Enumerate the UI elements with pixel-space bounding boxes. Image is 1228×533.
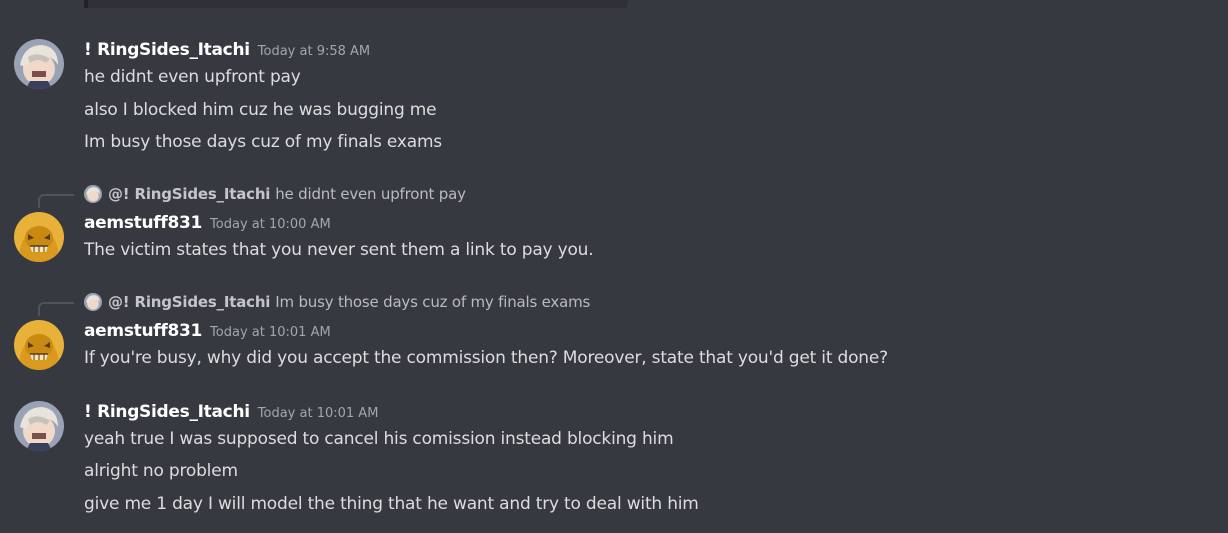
username[interactable]: ! RingSides_Itachi bbox=[84, 402, 250, 422]
message-text: yeah true I was supposed to cancel his c… bbox=[84, 429, 674, 449]
message-header: ! RingSides_Itachi Today at 10:01 AM bbox=[84, 401, 378, 425]
message-text: If you're busy, why did you accept the c… bbox=[84, 348, 888, 368]
message-header: aemstuff831 Today at 10:00 AM bbox=[84, 212, 331, 236]
timestamp[interactable]: Today at 9:58 AM bbox=[258, 44, 370, 59]
username[interactable]: aemstuff831 bbox=[84, 213, 202, 233]
previous-embed-edge bbox=[84, 0, 628, 8]
reply-preview[interactable]: @! RingSides_Itachi he didnt even upfron… bbox=[84, 184, 466, 204]
message-text: alright no problem bbox=[84, 461, 238, 481]
anime-avatar-icon[interactable] bbox=[14, 39, 64, 89]
yellow-character-avatar-icon[interactable] bbox=[14, 212, 64, 262]
anime-avatar-icon[interactable] bbox=[14, 401, 64, 451]
reply-preview[interactable]: @! RingSides_Itachi Im busy those days c… bbox=[84, 292, 590, 312]
timestamp[interactable]: Today at 10:01 AM bbox=[258, 406, 379, 421]
reply-username[interactable]: @! RingSides_Itachi bbox=[108, 184, 270, 204]
message-header: aemstuff831 Today at 10:01 AM bbox=[84, 320, 331, 344]
reply-text: he didnt even upfront pay bbox=[275, 185, 466, 203]
message-text: also I blocked him cuz he was bugging me bbox=[84, 100, 437, 120]
chat-messages-area: ! RingSides_Itachi Today at 9:58 AM he di… bbox=[0, 0, 1228, 533]
timestamp[interactable]: Today at 10:01 AM bbox=[210, 325, 331, 340]
reply-avatar-icon bbox=[84, 293, 102, 311]
reply-spine bbox=[38, 194, 74, 208]
username[interactable]: aemstuff831 bbox=[84, 321, 202, 341]
reply-username[interactable]: @! RingSides_Itachi bbox=[108, 292, 270, 312]
reply-avatar-icon bbox=[84, 185, 102, 203]
yellow-character-avatar-icon[interactable] bbox=[14, 320, 64, 370]
message-header: ! RingSides_Itachi Today at 9:58 AM bbox=[84, 39, 370, 63]
reply-spine bbox=[38, 302, 74, 316]
message-text: he didnt even upfront pay bbox=[84, 67, 301, 87]
timestamp[interactable]: Today at 10:00 AM bbox=[210, 217, 331, 232]
message-text: give me 1 day I will model the thing tha… bbox=[84, 494, 699, 514]
username[interactable]: ! RingSides_Itachi bbox=[84, 40, 250, 60]
message-text: Im busy those days cuz of my finals exam… bbox=[84, 132, 442, 152]
message-text: The victim states that you never sent th… bbox=[84, 240, 594, 260]
reply-text: Im busy those days cuz of my finals exam… bbox=[275, 293, 591, 311]
